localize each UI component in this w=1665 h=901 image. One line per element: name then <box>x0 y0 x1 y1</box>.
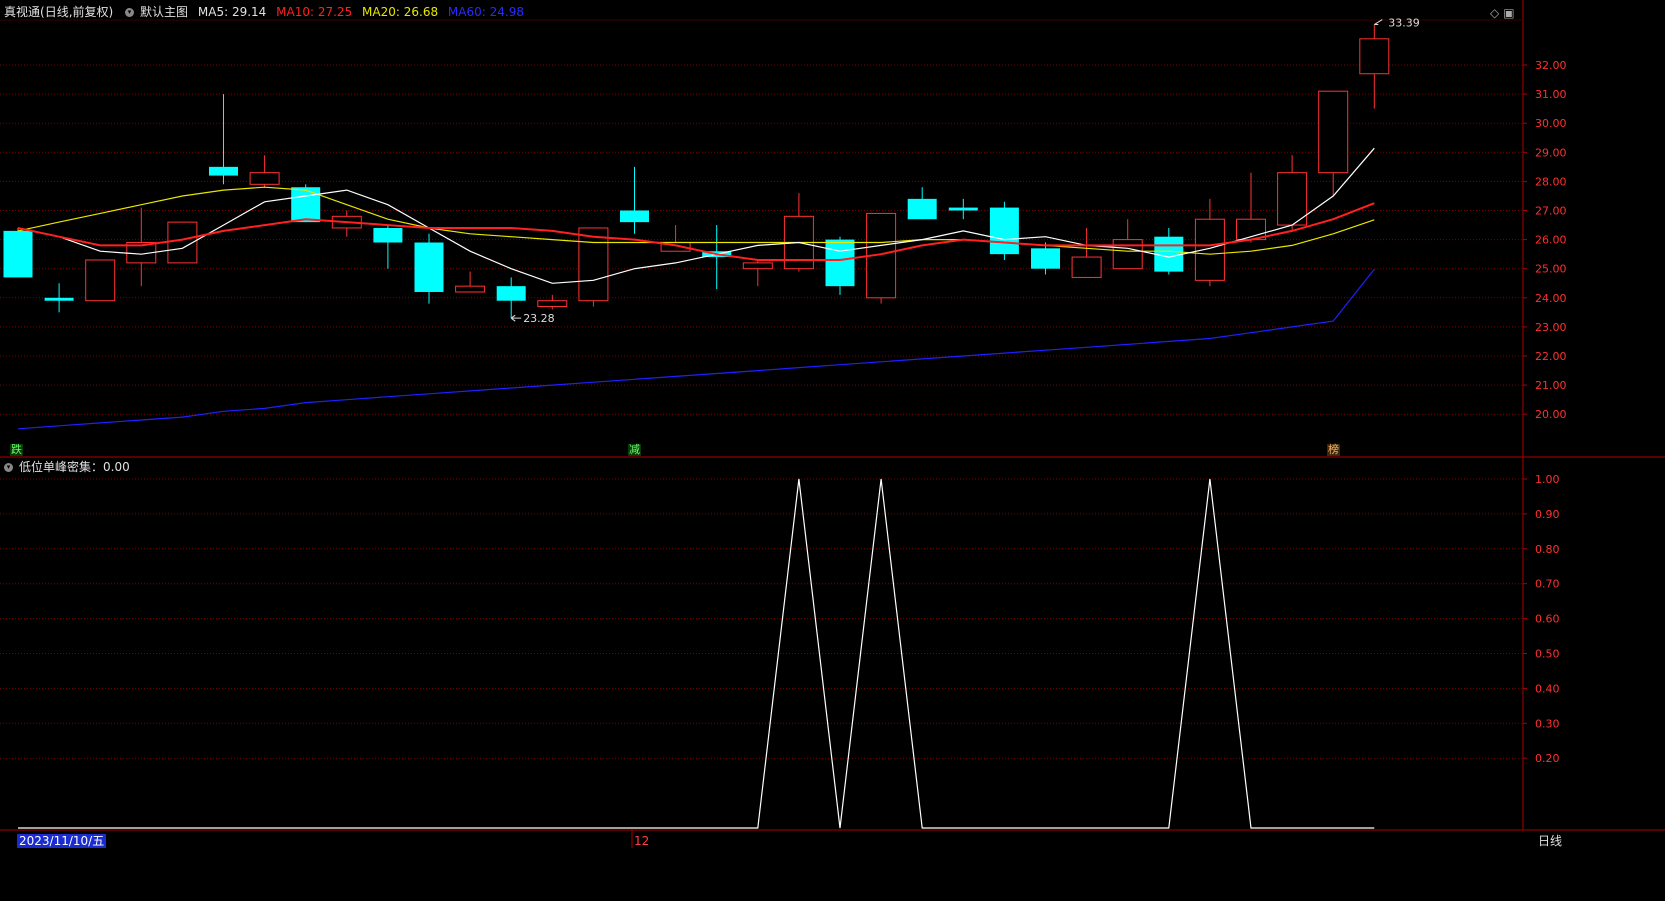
indicator-tick-label: 0.80 <box>1535 543 1560 556</box>
candle-body <box>907 198 937 220</box>
candle-body <box>1318 90 1349 174</box>
chart-canvas[interactable]: 32.00 31.00 30.00 29.00 28.00 27.00 26.00 25.00… <box>0 0 1665 901</box>
stock-name[interactable]: 真视通 <box>4 5 40 19</box>
candle-body <box>1112 239 1143 270</box>
panel-controls: ◇ ▣ <box>1490 6 1515 20</box>
candle-body <box>948 207 978 211</box>
chevron-down-icon[interactable]: ▾ <box>125 8 135 17</box>
price-tick-label: 24.00 <box>1535 292 1567 305</box>
adjust-mode[interactable]: (日线,前复权) <box>40 5 113 19</box>
price-tick-label: 26.00 <box>1535 234 1567 247</box>
candle-body <box>578 227 609 302</box>
ma60-line <box>17 268 1375 430</box>
candle-body <box>537 300 568 308</box>
candle-body <box>85 259 116 302</box>
candle-body <box>742 262 773 270</box>
indicator-tick-label: 1.00 <box>1535 473 1560 486</box>
ma5-readout: MA5: 29.14 <box>197 5 267 19</box>
indicator-tick-label: 0.40 <box>1535 682 1560 695</box>
candle-body <box>414 242 444 292</box>
candle-body <box>291 187 321 223</box>
price-tick-label: 29.00 <box>1535 146 1567 159</box>
indicator-tick-label: 0.70 <box>1535 578 1560 591</box>
low-marker-arrow <box>510 314 522 322</box>
price-tick-label: 20.00 <box>1535 408 1567 421</box>
minimize-icon[interactable]: ▣ <box>1503 6 1514 20</box>
candle-body <box>373 227 403 243</box>
template-name[interactable]: 默认主图 <box>140 5 188 19</box>
price-tick-label: 31.00 <box>1535 88 1567 101</box>
candle-body <box>620 210 649 223</box>
price-tick-label: 28.00 <box>1535 175 1567 188</box>
price-tick-label: 22.00 <box>1535 350 1567 363</box>
diamond-icon[interactable]: ◇ <box>1490 6 1499 20</box>
candle-body <box>1359 38 1390 75</box>
chevron-down-icon[interactable]: ▾ <box>4 463 13 472</box>
indicator-header: ▾ 低位单峰密集：0.00 <box>4 460 136 474</box>
candle-body <box>989 207 1019 255</box>
price-tick-label: 27.00 <box>1535 205 1567 218</box>
candle-body <box>455 285 486 293</box>
price-tick-label: 25.00 <box>1535 263 1567 276</box>
candle-body <box>44 297 74 301</box>
ma10-readout: MA10: 27.25 <box>276 5 353 19</box>
candle-body <box>1071 256 1102 278</box>
low-price-label: 23.28 <box>523 312 555 325</box>
candle-body <box>3 230 33 278</box>
candle-body <box>496 286 526 301</box>
price-tick-label: 30.00 <box>1535 117 1567 130</box>
indicator-tick-label: 0.20 <box>1535 752 1560 765</box>
price-tick-label: 23.00 <box>1535 321 1567 334</box>
indicator-tick-label: 0.90 <box>1535 508 1560 521</box>
month-tick: 12 <box>634 834 650 848</box>
date-cursor-label: 2023/11/10/五 <box>17 834 107 848</box>
signal-tag-2[interactable]: 减 <box>628 444 641 456</box>
candle-body <box>249 172 280 185</box>
candle-body <box>1154 236 1184 272</box>
candle-body <box>209 166 238 176</box>
chart-header: 真视通(日线,前复权) ▾ 默认主图 MA5: 29.14 MA10: 27.25… <box>4 5 530 19</box>
indicator-label: 低位单峰密集：0.00 <box>19 460 130 474</box>
candle-body <box>1194 218 1225 281</box>
ma20-readout: MA20: 26.68 <box>362 5 439 19</box>
price-tick-label: 21.00 <box>1535 379 1567 392</box>
ma60-readout: MA60: 24.98 <box>447 5 524 19</box>
indicator-tick-label: 0.60 <box>1535 613 1560 626</box>
high-price-label: 33.39 <box>1388 17 1420 30</box>
indicator-tick-label: 0.30 <box>1535 717 1560 730</box>
candle-body <box>825 239 855 287</box>
period-label[interactable]: 日线 <box>1538 834 1562 848</box>
price-tick-label: 32.00 <box>1535 59 1567 72</box>
signal-tag-1[interactable]: 跌 <box>10 444 23 456</box>
candle-body <box>1031 248 1060 269</box>
indicator-tick-label: 0.50 <box>1535 648 1560 661</box>
signal-tag-3[interactable]: 榜 <box>1327 444 1340 456</box>
